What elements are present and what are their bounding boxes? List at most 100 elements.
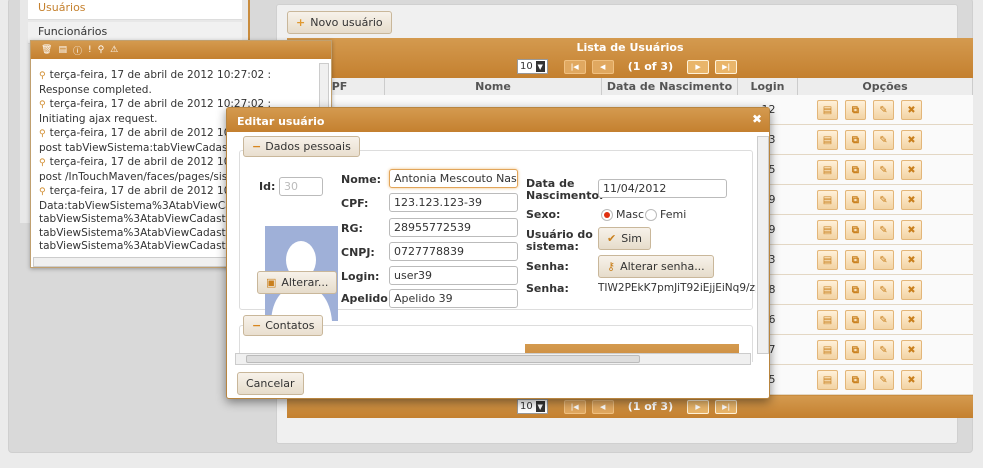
- edit-icon[interactable]: ⧉: [845, 280, 866, 300]
- delete-icon[interactable]: ✖: [901, 370, 922, 390]
- delete-icon[interactable]: ✖: [901, 190, 922, 210]
- name-field[interactable]: Antonia Mescouto Nascimento: [389, 169, 518, 188]
- page-size-select[interactable]: 10 ▼: [517, 59, 548, 74]
- page-size-value-bottom: 10: [520, 401, 533, 412]
- pencil-icon[interactable]: ✎: [873, 250, 894, 270]
- col-nome[interactable]: Nome: [385, 78, 602, 95]
- col-data-nascimento[interactable]: Data de Nascimento: [602, 78, 738, 95]
- pencil-icon[interactable]: ✎: [873, 130, 894, 150]
- edit-icon[interactable]: ⧉: [845, 370, 866, 390]
- dialog-vertical-scrollbar[interactable]: [757, 136, 769, 354]
- contacts-toggle[interactable]: − Contatos: [243, 315, 324, 336]
- delete-icon[interactable]: ✖: [901, 100, 922, 120]
- view-icon[interactable]: ▤: [817, 340, 838, 360]
- cnpj-field[interactable]: 0727778839: [389, 242, 518, 261]
- edit-icon[interactable]: ⧉: [845, 310, 866, 330]
- view-icon[interactable]: ▤: [817, 100, 838, 120]
- search-icon: ⚲: [39, 158, 46, 168]
- prev-page-button[interactable]: ◀: [591, 59, 614, 74]
- view-icon[interactable]: ▤: [817, 190, 838, 210]
- login-field[interactable]: user39: [389, 266, 518, 285]
- edit-icon[interactable]: ⧉: [845, 220, 866, 240]
- prev-page-button-bottom[interactable]: ◀: [591, 399, 614, 414]
- radio-unchecked-icon: [645, 208, 657, 221]
- paginator-top: 10 ▼ |◀ ◀ (1 of 3) ▶ ▶|: [517, 59, 738, 74]
- pencil-icon[interactable]: ✎: [873, 190, 894, 210]
- log-toolbar: 🗑 ▤ ⓘ ! ⚲ ⚠: [31, 41, 331, 59]
- id-label: Id:: [259, 180, 276, 193]
- password-label: Senha:: [526, 260, 569, 273]
- next-page-button-bottom[interactable]: ▶: [687, 399, 710, 414]
- new-user-button[interactable]: + Novo usuário: [287, 11, 392, 34]
- menu-item-usuarios[interactable]: Usuários: [28, 0, 242, 20]
- paginator-bottom: 10 ▼ |◀ ◀ (1 of 3) ▶ ▶|: [517, 399, 738, 414]
- cpf-field[interactable]: 123.123.123-39: [389, 193, 518, 212]
- warning-icon[interactable]: ⚠: [110, 45, 118, 55]
- view-icon[interactable]: ▤: [817, 370, 838, 390]
- view-icon[interactable]: ▤: [817, 250, 838, 270]
- col-login[interactable]: Login: [738, 78, 798, 95]
- delete-icon[interactable]: ✖: [901, 250, 922, 270]
- list-icon[interactable]: ▤: [58, 45, 67, 55]
- password-hash-label: Senha:: [526, 282, 569, 295]
- delete-icon[interactable]: ✖: [901, 160, 922, 180]
- last-page-button[interactable]: ▶|: [715, 59, 738, 74]
- edit-icon[interactable]: ⧉: [845, 250, 866, 270]
- pencil-icon[interactable]: ✎: [873, 280, 894, 300]
- table-footer-bar: 10 ▼ |◀ ◀ (1 of 3) ▶ ▶|: [287, 396, 973, 418]
- change-photo-button[interactable]: ▣ Alterar...: [257, 271, 338, 294]
- pencil-icon[interactable]: ✎: [873, 160, 894, 180]
- dialog-horizontal-scrollbar[interactable]: [235, 353, 751, 365]
- scroll-thumb[interactable]: [246, 355, 640, 363]
- next-page-button[interactable]: ▶: [687, 59, 710, 74]
- col-opcoes: Opções: [798, 78, 973, 95]
- delete-icon[interactable]: ✖: [901, 340, 922, 360]
- minus-icon: −: [252, 140, 262, 153]
- sex-male-radio[interactable]: Masc: [601, 208, 644, 221]
- pencil-icon[interactable]: ✎: [873, 220, 894, 240]
- view-icon[interactable]: ▤: [817, 280, 838, 300]
- view-icon[interactable]: ▤: [817, 130, 838, 150]
- pencil-icon[interactable]: ✎: [873, 100, 894, 120]
- search-icon: ⚲: [39, 129, 46, 139]
- edit-icon[interactable]: ⧉: [845, 130, 866, 150]
- delete-icon[interactable]: ✖: [901, 130, 922, 150]
- info-icon[interactable]: ⓘ: [73, 44, 82, 57]
- pencil-icon[interactable]: ✎: [873, 310, 894, 330]
- close-icon[interactable]: ✖: [752, 112, 762, 126]
- search-icon[interactable]: ⚲: [98, 45, 105, 55]
- view-icon[interactable]: ▤: [817, 160, 838, 180]
- page-size-select-bottom[interactable]: 10 ▼: [517, 399, 548, 414]
- last-page-button-bottom[interactable]: ▶|: [715, 399, 738, 414]
- edit-icon[interactable]: ⧉: [845, 190, 866, 210]
- cancel-button[interactable]: Cancelar: [237, 372, 304, 395]
- view-icon[interactable]: ▤: [817, 310, 838, 330]
- rg-field[interactable]: 28955772539: [389, 218, 518, 237]
- delete-icon[interactable]: ✖: [901, 280, 922, 300]
- pencil-icon[interactable]: ✎: [873, 340, 894, 360]
- nickname-label: Apelido:: [341, 292, 393, 305]
- first-page-button-bottom[interactable]: |◀: [563, 399, 586, 414]
- debug-icon[interactable]: !: [88, 45, 92, 55]
- edit-icon[interactable]: ⧉: [845, 160, 866, 180]
- change-password-button[interactable]: ⚷ Alterar senha...: [598, 255, 714, 278]
- delete-icon[interactable]: ✖: [901, 310, 922, 330]
- check-icon: ✔: [607, 232, 617, 245]
- view-icon[interactable]: ▤: [817, 220, 838, 240]
- cpf-label: CPF:: [341, 197, 369, 210]
- pencil-icon[interactable]: ✎: [873, 370, 894, 390]
- edit-icon[interactable]: ⧉: [845, 340, 866, 360]
- trash-icon[interactable]: 🗑: [41, 45, 52, 55]
- system-user-toggle[interactable]: ✔ Sim: [598, 227, 651, 250]
- name-label: Nome:: [341, 173, 382, 186]
- first-page-button[interactable]: |◀: [563, 59, 586, 74]
- rg-label: RG:: [341, 222, 363, 235]
- birth-date-field[interactable]: 11/04/2012: [598, 179, 727, 198]
- edit-icon[interactable]: ⧉: [845, 100, 866, 120]
- personal-data-toggle[interactable]: − Dados pessoais: [243, 136, 360, 157]
- nickname-field[interactable]: Apelido 39: [389, 289, 518, 308]
- id-field[interactable]: 30: [279, 177, 323, 196]
- search-icon: ⚲: [39, 187, 46, 197]
- delete-icon[interactable]: ✖: [901, 220, 922, 240]
- sex-female-radio[interactable]: Femi: [645, 208, 686, 221]
